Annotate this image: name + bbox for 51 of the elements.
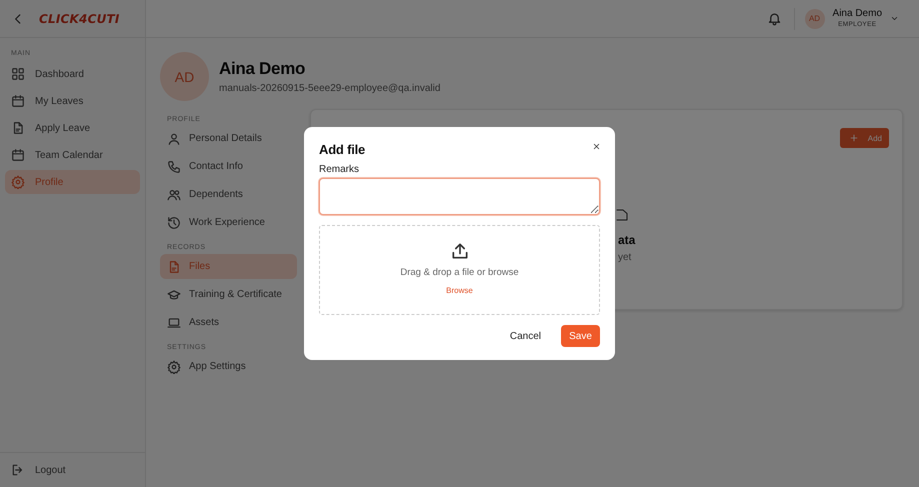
sidebar-item[interactable]: Apply Leave bbox=[5, 116, 140, 140]
profile-menu-item[interactable]: Files bbox=[160, 254, 297, 279]
graduation-cap-icon bbox=[167, 288, 181, 302]
history-icon bbox=[167, 216, 181, 230]
profile-menu-item[interactable]: Contact Info bbox=[160, 154, 297, 179]
user-name: Aina Demo bbox=[832, 8, 882, 18]
save-button[interactable]: Save bbox=[561, 325, 600, 347]
logo: CLICK4CUTI bbox=[39, 12, 120, 26]
profile-name: Aina Demo bbox=[219, 59, 306, 79]
cancel-button[interactable]: Cancel bbox=[504, 330, 547, 342]
calendar-icon bbox=[11, 148, 25, 162]
profile-menu-item[interactable]: Work Experience bbox=[160, 210, 297, 235]
bell-icon bbox=[766, 11, 782, 26]
sidebar-item[interactable]: My Leaves bbox=[5, 89, 140, 113]
empty-text: yet bbox=[618, 252, 632, 263]
logout-icon bbox=[11, 463, 25, 477]
upload-icon bbox=[450, 241, 470, 261]
dialog-title: Add file bbox=[319, 142, 366, 157]
grid-icon bbox=[11, 67, 25, 81]
gear-icon bbox=[11, 175, 25, 189]
remarks-label: Remarks bbox=[319, 164, 360, 175]
calendar-icon bbox=[11, 94, 25, 108]
profile-menu-item[interactable]: Assets bbox=[160, 310, 297, 335]
profile-menu-item[interactable]: App Settings bbox=[160, 354, 297, 379]
browse-link[interactable]: Browse bbox=[446, 286, 473, 295]
chevron-down-icon bbox=[890, 14, 899, 23]
logout-button[interactable]: Logout bbox=[5, 458, 140, 482]
profile-menu-item[interactable]: Dependents bbox=[160, 182, 297, 207]
phone-icon bbox=[167, 160, 181, 174]
profile-email: manuals-20260915-5eee29-employee@qa.invalid bbox=[219, 83, 440, 94]
dropzone-text: Drag & drop a file or browse bbox=[400, 267, 519, 278]
close-icon bbox=[592, 142, 601, 151]
sidebar-item[interactable]: Profile bbox=[5, 170, 140, 194]
box-icon bbox=[616, 208, 628, 222]
plus-icon bbox=[848, 133, 859, 143]
people-icon bbox=[167, 188, 181, 202]
document-icon bbox=[167, 260, 181, 274]
profile-menu-item[interactable]: Personal Details bbox=[160, 126, 297, 151]
person-icon bbox=[167, 132, 181, 146]
laptop-icon bbox=[167, 316, 181, 330]
remarks-field[interactable] bbox=[319, 178, 600, 215]
add-button[interactable]: Add bbox=[840, 128, 889, 148]
avatar: AD bbox=[160, 52, 209, 101]
sidebar-item[interactable]: Team Calendar bbox=[5, 143, 140, 167]
profile-menu-item[interactable]: Training & Certificate bbox=[160, 282, 297, 307]
sidebar-item[interactable]: Dashboard bbox=[5, 62, 140, 86]
gear-icon bbox=[167, 360, 181, 374]
empty-title: ata bbox=[618, 233, 636, 247]
document-icon bbox=[11, 121, 25, 135]
dropzone[interactable]: Drag & drop a file or browse Browse bbox=[319, 225, 600, 315]
avatar[interactable]: AD bbox=[804, 8, 825, 28]
